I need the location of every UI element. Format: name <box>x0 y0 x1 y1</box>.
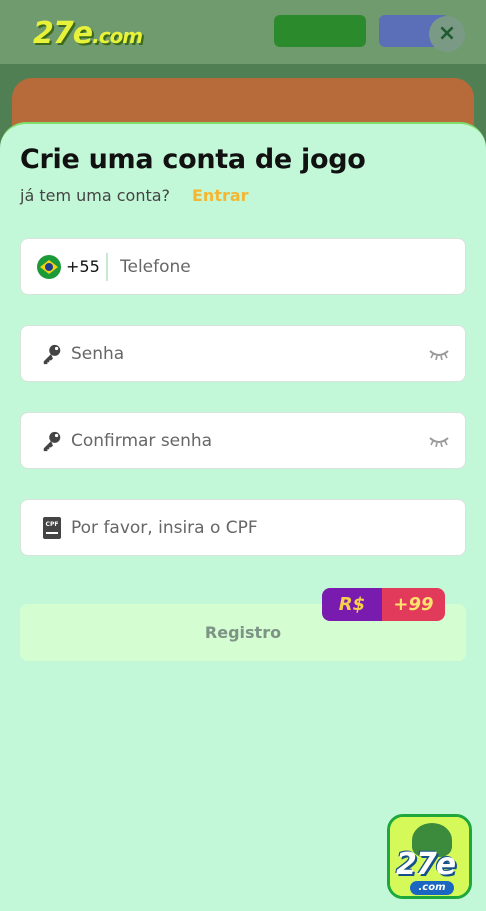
close-button[interactable]: × <box>429 16 465 52</box>
divider <box>106 253 108 281</box>
bonus-amount: +99 <box>382 588 445 621</box>
confirm-password-field <box>20 412 466 469</box>
id-document-icon: CPF <box>43 517 61 539</box>
app-badge-logo: 27e <box>396 847 456 882</box>
login-link[interactable]: Entrar <box>192 186 249 205</box>
country-code[interactable]: +55 <box>66 257 100 276</box>
svg-text:CPF: CPF <box>46 521 59 528</box>
register-sheet: Crie uma conta de jogo já tem uma conta?… <box>0 122 486 911</box>
eye-closed-icon[interactable] <box>429 435 449 447</box>
eye-closed-icon[interactable] <box>429 348 449 360</box>
password-field <box>20 325 466 382</box>
key-icon <box>43 344 61 365</box>
bonus-currency: R$ <box>322 588 382 621</box>
cpf-input[interactable] <box>71 500 451 555</box>
page-title: Crie uma conta de jogo <box>20 144 366 175</box>
background-logo: 27e.com <box>33 16 143 51</box>
app-badge-suffix: .com <box>410 881 454 895</box>
close-icon: × <box>437 21 457 46</box>
login-prompt: já tem uma conta? <box>20 186 171 205</box>
phone-field: +55 <box>20 238 466 295</box>
app-download-badge[interactable]: 27e .com <box>387 814 472 899</box>
confirm-password-input[interactable] <box>71 413 411 468</box>
password-input[interactable] <box>71 326 411 381</box>
key-icon <box>43 431 61 452</box>
brazil-flag-icon <box>37 255 61 279</box>
background-login-button <box>274 15 366 47</box>
phone-input[interactable] <box>120 239 450 294</box>
cpf-field: CPF <box>20 499 466 556</box>
bonus-badge: R$ +99 <box>322 588 445 621</box>
